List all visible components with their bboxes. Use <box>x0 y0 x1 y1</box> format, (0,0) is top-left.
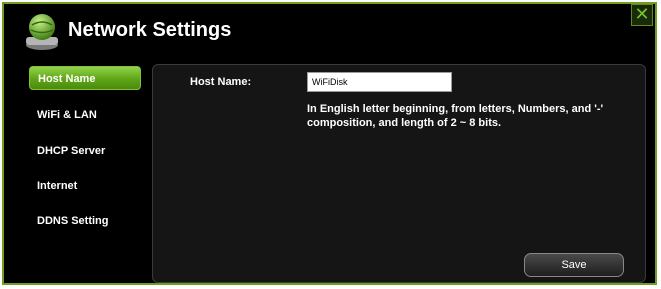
sidebar-item-label: DHCP Server <box>37 145 106 157</box>
sidebar-item-wifi-lan[interactable]: WiFi & LAN <box>29 103 147 127</box>
sidebar-item-label: WiFi & LAN <box>37 109 97 121</box>
sidebar-item-dhcp-server[interactable]: DHCP Server <box>29 139 147 163</box>
host-name-label: Host Name: <box>190 76 252 88</box>
save-button[interactable]: Save <box>524 253 624 277</box>
sidebar-item-ddns-setting[interactable]: DDNS Setting <box>29 209 147 233</box>
close-button[interactable]: ✕ <box>631 4 653 26</box>
host-name-input[interactable] <box>307 72 452 92</box>
sidebar-item-label: Internet <box>37 180 78 192</box>
settings-panel: Host Name: In English letter beginning, … <box>152 64 646 283</box>
title-bar: Network Settings ✕ <box>4 4 655 59</box>
network-globe-icon <box>26 14 58 50</box>
sidebar-item-label: DDNS Setting <box>37 215 109 227</box>
close-icon: ✕ <box>634 4 650 24</box>
sidebar-item-host-name[interactable]: Host Name <box>29 66 141 90</box>
settings-window: Network Settings ✕ Host Name WiFi & LAN … <box>2 2 657 285</box>
sidebar-item-internet[interactable]: Internet <box>29 174 147 198</box>
host-name-hint: In English letter beginning, from letter… <box>307 103 604 129</box>
window-title: Network Settings <box>68 19 232 41</box>
sidebar-item-label: Host Name <box>38 73 96 85</box>
